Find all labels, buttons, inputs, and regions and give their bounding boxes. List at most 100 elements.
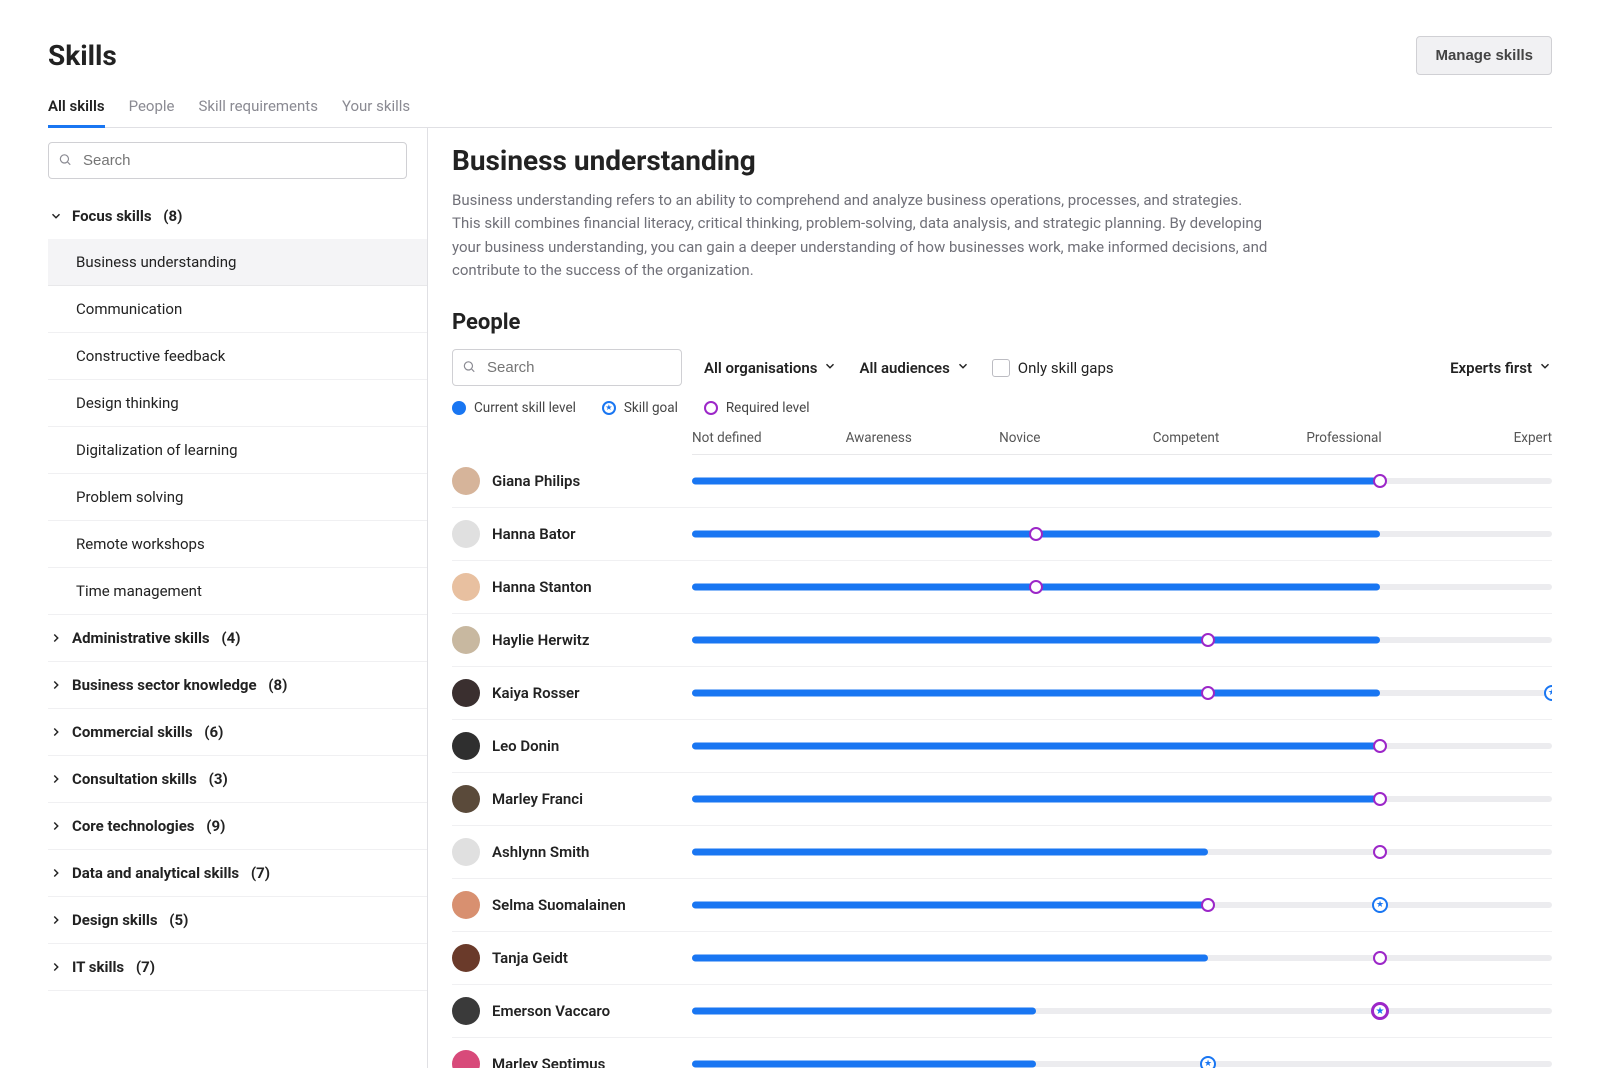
category-data-and-analytical-skills[interactable]: Data and analytical skills (7): [48, 850, 427, 897]
skill-bar: [692, 737, 1552, 755]
skill-item-design-thinking[interactable]: Design thinking: [48, 380, 427, 427]
level-header-novice: Novice: [999, 430, 1153, 446]
people-heading: People: [452, 310, 1552, 335]
avatar: [452, 838, 480, 866]
category-core-technologies[interactable]: Core technologies (9): [48, 803, 427, 850]
person-name: Selma Suomalainen: [492, 896, 626, 914]
skill-bar: [692, 790, 1552, 808]
person-row[interactable]: Hanna Bator: [452, 508, 1552, 561]
skill-goal-marker: ★: [1544, 685, 1552, 701]
search-icon: [462, 358, 476, 377]
person-row[interactable]: Giana Philips: [452, 455, 1552, 508]
level-header-awareness: Awareness: [846, 430, 1000, 446]
person-name: Marley Septimus: [492, 1055, 605, 1068]
person-name: Ashlynn Smith: [492, 843, 589, 861]
sort-dropdown[interactable]: Experts first: [1450, 359, 1552, 377]
avatar: [452, 997, 480, 1025]
sidebar: Focus skills (8)Business understandingCo…: [48, 128, 428, 1068]
category-count: (9): [203, 817, 226, 835]
required-level-marker: [1373, 845, 1387, 859]
person-row[interactable]: Tanja Geidt: [452, 932, 1552, 985]
skill-gaps-label: Only skill gaps: [1018, 359, 1114, 377]
skill-bar: ★: [692, 684, 1552, 702]
skill-item-communication[interactable]: Communication: [48, 286, 427, 333]
avatar: [452, 573, 480, 601]
category-design-skills[interactable]: Design skills (5): [48, 897, 427, 944]
person-name: Leo Donin: [492, 737, 559, 755]
person-row[interactable]: Hanna Stanton: [452, 561, 1552, 614]
person-name: Marley Franci: [492, 790, 583, 808]
category-focus-skills[interactable]: Focus skills (8): [48, 193, 427, 239]
levels-header: Not definedAwarenessNoviceCompetentProfe…: [692, 430, 1552, 455]
category-count: (6): [201, 723, 224, 741]
skill-bar: [692, 578, 1552, 596]
chevron-down-icon: [48, 209, 64, 223]
level-header-not-defined: Not defined: [692, 430, 846, 446]
category-label: IT skills: [72, 958, 124, 976]
category-count: (5): [166, 911, 189, 929]
required-level-marker: [1201, 686, 1215, 700]
org-filter-dropdown[interactable]: All organisations: [704, 359, 837, 377]
search-icon: [58, 151, 72, 170]
category-business-sector-knowledge[interactable]: Business sector knowledge (8): [48, 662, 427, 709]
avatar: [452, 944, 480, 972]
current-level-icon: [452, 401, 466, 415]
skill-bar: ★: [692, 1055, 1552, 1068]
person-name: Hanna Stanton: [492, 578, 592, 596]
person-row[interactable]: Ashlynn Smith: [452, 826, 1552, 879]
tab-your-skills[interactable]: Your skills: [342, 87, 410, 127]
skill-bar: [692, 631, 1552, 649]
category-administrative-skills[interactable]: Administrative skills (4): [48, 615, 427, 662]
manage-skills-button[interactable]: Manage skills: [1416, 36, 1552, 75]
person-name: Tanja Geidt: [492, 949, 568, 967]
skill-gaps-checkbox[interactable]: Only skill gaps: [992, 359, 1114, 377]
avatar: [452, 467, 480, 495]
current-level-bar: [692, 849, 1208, 856]
legend-required-label: Required level: [726, 400, 810, 416]
skill-item-problem-solving[interactable]: Problem solving: [48, 474, 427, 521]
level-header-competent: Competent: [1153, 430, 1307, 446]
category-label: Consultation skills: [72, 770, 197, 788]
category-it-skills[interactable]: IT skills (7): [48, 944, 427, 991]
current-level-bar: [692, 796, 1380, 803]
people-search-input[interactable]: [452, 349, 682, 386]
tab-people[interactable]: People: [129, 87, 175, 127]
audience-filter-dropdown[interactable]: All audiences: [859, 359, 969, 377]
person-row[interactable]: Marley Franci: [452, 773, 1552, 826]
skill-item-constructive-feedback[interactable]: Constructive feedback: [48, 333, 427, 380]
tab-skill-requirements[interactable]: Skill requirements: [198, 87, 317, 127]
current-level-bar: [692, 1061, 1036, 1068]
avatar: [452, 785, 480, 813]
category-count: (3): [205, 770, 228, 788]
category-consultation-skills[interactable]: Consultation skills (3): [48, 756, 427, 803]
skill-item-digitalization-of-learning[interactable]: Digitalization of learning: [48, 427, 427, 474]
category-commercial-skills[interactable]: Commercial skills (6): [48, 709, 427, 756]
required-level-marker: [1373, 792, 1387, 806]
person-row[interactable]: Haylie Herwitz: [452, 614, 1552, 667]
sidebar-search-input[interactable]: [48, 142, 407, 179]
person-row[interactable]: Leo Donin: [452, 720, 1552, 773]
skill-item-remote-workshops[interactable]: Remote workshops: [48, 521, 427, 568]
category-label: Design skills: [72, 911, 158, 929]
chevron-down-icon: [956, 359, 970, 377]
category-count: (8): [160, 207, 183, 225]
skill-item-business-understanding[interactable]: Business understanding: [48, 239, 427, 286]
tab-all-skills[interactable]: All skills: [48, 87, 105, 127]
person-name: Giana Philips: [492, 472, 580, 490]
person-row[interactable]: Selma Suomalainen ★: [452, 879, 1552, 932]
required-level-marker: [1029, 580, 1043, 594]
person-row[interactable]: Emerson Vaccaro★: [452, 985, 1552, 1038]
person-name: Hanna Bator: [492, 525, 576, 543]
skill-bar: [692, 949, 1552, 967]
chevron-right-icon: [48, 819, 64, 833]
category-label: Administrative skills: [72, 629, 210, 647]
person-row[interactable]: Marley Septimus ★: [452, 1038, 1552, 1068]
skill-goal-marker: ★: [1372, 897, 1388, 913]
category-count: (7): [247, 864, 270, 882]
required-level-marker: [1373, 951, 1387, 965]
skill-goal-marker: ★: [1371, 1002, 1389, 1020]
skill-goal-icon: [602, 401, 616, 415]
skill-item-time-management[interactable]: Time management: [48, 568, 427, 615]
category-count: (8): [265, 676, 288, 694]
person-row[interactable]: Kaiya Rosser★: [452, 667, 1552, 720]
